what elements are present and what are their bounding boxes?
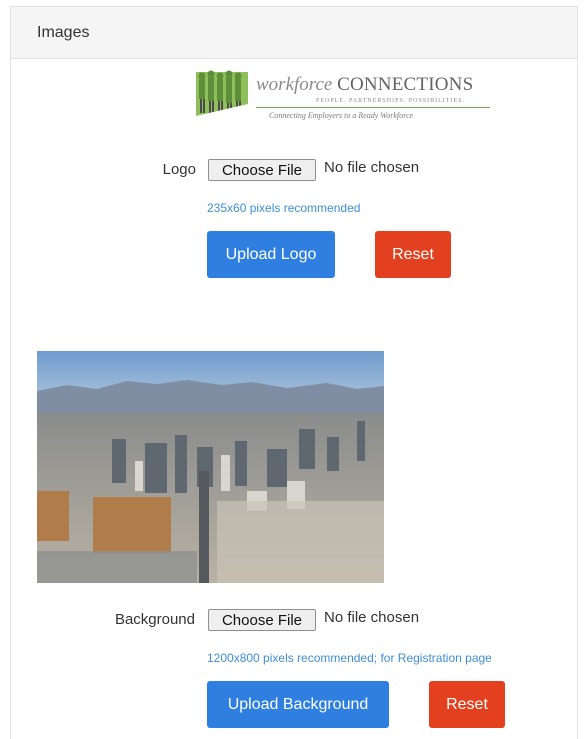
upload-background-button[interactable]: Upload Background [207,681,389,728]
background-preview-image [37,351,384,583]
logo-reset-button[interactable]: Reset [375,231,451,278]
background-file-status: No file chosen [324,609,420,626]
background-choose-file-button[interactable]: Choose File [208,609,316,631]
panel-title: Images [11,7,577,59]
logo-brand-prefix: workforce [256,74,333,95]
background-reset-button[interactable]: Reset [429,681,505,728]
logo-label: Logo [162,161,196,178]
logo-divider [256,107,490,108]
logo-tagline: Connecting Employers to a Ready Workforc… [269,111,414,120]
background-label: Background [114,611,195,628]
logo-brand-name: workforce CONNECTIONS [256,74,473,96]
upload-logo-button[interactable]: Upload Logo [207,231,335,278]
background-size-hint: 1200x800 pixels recommended; for Registr… [207,651,492,665]
logo-size-hint: 235x60 pixels recommended [207,201,361,215]
logo-file-status: No file chosen [324,159,420,176]
city-skyline-photo [37,351,384,583]
logo-brand-main: CONNECTIONS [337,74,474,95]
people-figures-graphic [196,70,248,122]
logo-preview-image: workforce CONNECTIONS PEOPLE. PARTNERSHI… [196,62,496,130]
logo-choose-file-button[interactable]: Choose File [208,159,316,181]
logo-brand-subline: PEOPLE. PARTNERSHIPS. POSSIBILITIES. [316,98,465,104]
